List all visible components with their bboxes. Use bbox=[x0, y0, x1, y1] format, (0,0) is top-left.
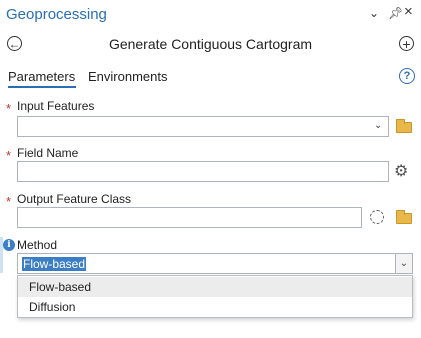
dropdown-button[interactable]: ⌄ bbox=[395, 254, 412, 273]
option-diffusion[interactable]: Diffusion bbox=[18, 297, 412, 317]
field-name-field[interactable] bbox=[17, 161, 389, 182]
method-selected-value: Flow-based bbox=[22, 256, 87, 271]
active-tab-underline bbox=[8, 86, 76, 88]
chevron-down-icon[interactable]: ⌄ bbox=[374, 120, 382, 131]
pane-title: Geoprocessing bbox=[6, 6, 107, 23]
input-features-field[interactable] bbox=[17, 116, 389, 137]
required-marker: * bbox=[6, 148, 12, 163]
add-icon: + bbox=[402, 35, 411, 52]
gear-icon[interactable]: ⚙ bbox=[394, 161, 408, 181]
chevron-down-icon: ⌄ bbox=[399, 258, 409, 269]
info-icon[interactable]: i bbox=[3, 239, 15, 251]
folder-icon[interactable] bbox=[396, 210, 412, 224]
add-button[interactable]: + bbox=[399, 36, 414, 51]
field-name-label: Field Name bbox=[17, 146, 79, 160]
input-features-label: Input Features bbox=[17, 99, 95, 113]
tool-title: Generate Contiguous Cartogram bbox=[108, 36, 313, 52]
output-feature-class-label: Output Feature Class bbox=[17, 192, 132, 206]
tab-parameters[interactable]: Parameters bbox=[8, 69, 75, 84]
required-marker: * bbox=[6, 194, 12, 209]
method-select[interactable]: Flow-based ⌄ bbox=[17, 253, 413, 274]
pin-icon[interactable]: 📌︎ bbox=[388, 6, 403, 20]
option-flow-based[interactable]: Flow-based bbox=[18, 277, 412, 297]
help-icon[interactable]: ? bbox=[399, 68, 415, 84]
required-marker: * bbox=[6, 101, 12, 116]
tab-environments[interactable]: Environments bbox=[88, 69, 167, 84]
chevron-down-icon[interactable]: ⌄ bbox=[369, 6, 379, 20]
folder-icon[interactable] bbox=[396, 119, 412, 133]
close-icon[interactable]: × bbox=[404, 3, 413, 20]
method-label: Method bbox=[17, 238, 58, 252]
output-feature-class-field[interactable] bbox=[17, 207, 362, 228]
feature-class-icon[interactable] bbox=[370, 210, 384, 224]
method-dropdown-list: Flow-based Diffusion bbox=[17, 275, 413, 318]
